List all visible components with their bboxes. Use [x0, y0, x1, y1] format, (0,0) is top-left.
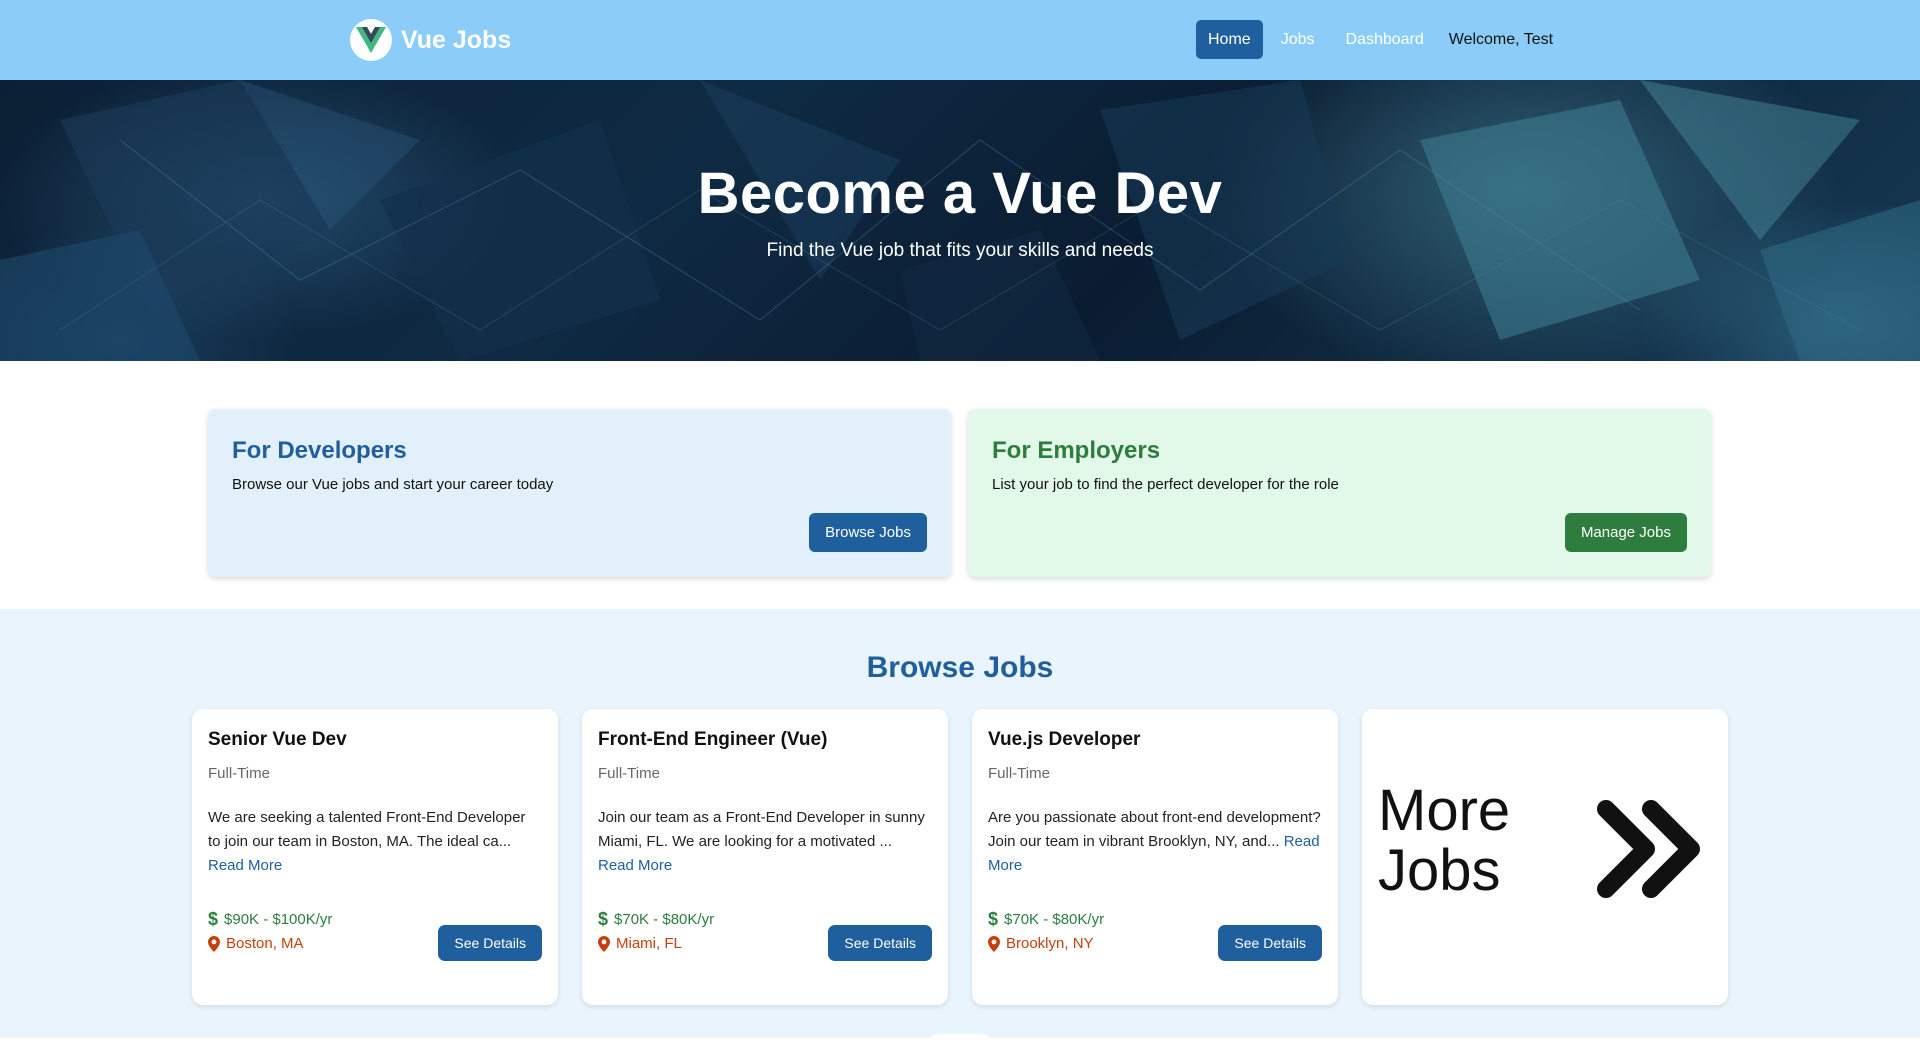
map-pin-icon — [208, 935, 220, 952]
job-salary: $ $90K - $100K/yr — [208, 909, 332, 930]
employers-card-title: For Employers — [992, 437, 1161, 464]
scroll-indicator — [930, 1034, 990, 1042]
hero-subtitle: Find the Vue job that fits your skills a… — [766, 240, 1154, 261]
job-location: Miami, FL — [598, 935, 682, 952]
job-card: Front-End Engineer (Vue) Full-Time Join … — [582, 709, 948, 1005]
browse-jobs-button[interactable]: Browse Jobs — [809, 513, 927, 552]
see-details-button[interactable]: See Details — [828, 925, 932, 961]
brand-name: Vue Jobs — [401, 25, 512, 54]
job-title: Vue.js Developer — [988, 729, 1141, 750]
double-chevron-right-icon — [1597, 800, 1700, 898]
nav-dashboard-link[interactable]: Dashboard — [1333, 20, 1435, 59]
job-card: Vue.js Developer Full-Time Are you passi… — [972, 709, 1338, 1005]
nav-jobs-link[interactable]: Jobs — [1269, 20, 1327, 59]
manage-jobs-button[interactable]: Manage Jobs — [1564, 513, 1687, 552]
audience-section: For Developers Browse our Vue jobs and s… — [0, 361, 1920, 609]
brand-link[interactable]: Vue Jobs — [350, 19, 511, 61]
job-card: Senior Vue Dev Full-Time We are seeking … — [192, 709, 558, 1005]
job-description-text: Are you passionate about front-end devel… — [988, 809, 1321, 850]
browse-jobs-section: Browse Jobs Senior Vue Dev Full-Time We … — [0, 609, 1920, 1038]
browse-jobs-heading: Browse Jobs — [866, 651, 1054, 684]
nav-home-link[interactable]: Home — [1196, 20, 1263, 59]
job-type: Full-Time — [208, 765, 270, 782]
developers-card: For Developers Browse our Vue jobs and s… — [208, 409, 951, 577]
job-location-text: Boston, MA — [226, 935, 304, 952]
job-salary-text: $70K - $80K/yr — [1004, 911, 1105, 928]
dollar-icon: $ — [598, 909, 609, 929]
read-more-link[interactable]: Read More — [598, 857, 672, 874]
nav-links: Home Jobs Dashboard Welcome, Test — [1196, 20, 1553, 59]
job-type: Full-Time — [988, 765, 1050, 782]
map-pin-icon — [988, 935, 1000, 952]
more-jobs-label: More Jobs — [1378, 778, 1511, 903]
developers-card-title: For Developers — [232, 437, 407, 464]
job-title: Front-End Engineer (Vue) — [598, 729, 828, 750]
hero-title: Become a Vue Dev — [697, 161, 1223, 226]
hero: Become a Vue Dev Find the Vue job that f… — [0, 80, 1920, 361]
dollar-icon: $ — [208, 909, 219, 929]
job-description-text: We are seeking a talented Front-End Deve… — [208, 809, 526, 850]
job-description: Join our team as a Front-End Developer i… — [598, 806, 932, 878]
job-location-text: Miami, FL — [616, 935, 682, 952]
job-salary-text: $70K - $80K/yr — [614, 911, 715, 928]
job-salary: $ $70K - $80K/yr — [988, 909, 1104, 930]
employers-card: For Employers List your job to find the … — [968, 409, 1711, 577]
job-salary-text: $90K - $100K/yr — [224, 911, 333, 928]
developers-card-text: Browse our Vue jobs and start your caree… — [232, 476, 554, 493]
dollar-icon: $ — [988, 909, 999, 929]
job-description: We are seeking a talented Front-End Deve… — [208, 806, 542, 878]
vue-logo-icon — [350, 19, 392, 61]
job-location: Boston, MA — [208, 935, 304, 952]
job-type: Full-Time — [598, 765, 660, 782]
more-jobs-card[interactable]: More Jobs — [1362, 709, 1728, 1005]
read-more-link[interactable]: Read More — [208, 857, 282, 874]
job-location-text: Brooklyn, NY — [1006, 935, 1094, 952]
job-title: Senior Vue Dev — [208, 729, 347, 750]
job-description-text: Join our team as a Front-End Developer i… — [598, 809, 925, 850]
welcome-text: Welcome, Test — [1448, 30, 1554, 48]
navbar: Vue Jobs Home Jobs Dashboard Welcome, Te… — [0, 0, 1920, 80]
see-details-button[interactable]: See Details — [1218, 925, 1322, 961]
job-description: Are you passionate about front-end devel… — [988, 806, 1322, 878]
job-location: Brooklyn, NY — [988, 935, 1094, 952]
employers-card-text: List your job to find the perfect develo… — [992, 476, 1339, 493]
map-pin-icon — [598, 935, 610, 952]
see-details-button[interactable]: See Details — [438, 925, 542, 961]
job-salary: $ $70K - $80K/yr — [598, 909, 714, 930]
